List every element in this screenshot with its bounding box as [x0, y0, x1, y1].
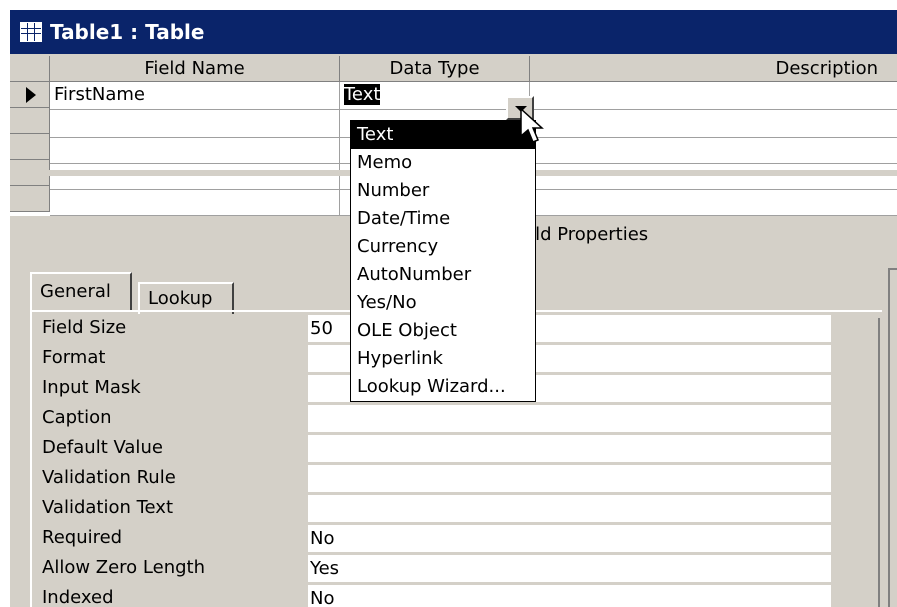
- description-cell[interactable]: [530, 136, 897, 164]
- prop-value-caption[interactable]: [308, 405, 831, 433]
- dropdown-option-date-time[interactable]: Date/Time: [351, 205, 535, 233]
- prop-value-required[interactable]: No: [308, 525, 831, 553]
- prop-label-indexed: Indexed: [42, 587, 114, 607]
- data-type-header: Data Type: [340, 56, 530, 82]
- prop-label-required: Required: [42, 527, 123, 548]
- current-row-icon: [26, 87, 36, 103]
- description-cell[interactable]: [530, 188, 897, 216]
- dropdown-option-memo[interactable]: Memo: [351, 149, 535, 177]
- description-header: Description: [530, 56, 897, 82]
- dropdown-option-hyperlink[interactable]: Hyperlink: [351, 345, 535, 373]
- field-properties-label: eld Properties: [524, 224, 649, 245]
- data-type-value: Text: [344, 84, 381, 105]
- mouse-pointer-icon: [520, 108, 544, 143]
- row-selector[interactable]: [10, 108, 50, 134]
- row-selector[interactable]: [10, 134, 50, 160]
- data-type-cell[interactable]: Text: [340, 82, 530, 110]
- row-selector[interactable]: [10, 186, 50, 212]
- panel-divider: [878, 318, 880, 607]
- row-selector[interactable]: [10, 82, 50, 108]
- tab-general[interactable]: General: [30, 272, 132, 312]
- prop-label-format: Format: [42, 347, 106, 368]
- prop-label-caption: Caption: [42, 407, 112, 428]
- prop-value-validation-text[interactable]: [308, 495, 831, 523]
- row-selector-header: [10, 56, 50, 82]
- dropdown-option-yes-no[interactable]: Yes/No: [351, 289, 535, 317]
- prop-label-validation-text: Validation Text: [42, 497, 174, 518]
- prop-value-allow-zero-length[interactable]: Yes: [308, 555, 831, 583]
- dropdown-option-text[interactable]: Text: [351, 121, 535, 149]
- dropdown-option-currency[interactable]: Currency: [351, 233, 535, 261]
- field-name-cell[interactable]: [50, 188, 340, 216]
- field-name-cell[interactable]: [50, 110, 340, 138]
- description-cell[interactable]: [530, 82, 897, 110]
- dropdown-option-autonumber[interactable]: AutoNumber: [351, 261, 535, 289]
- prop-label-allow-zero-length: Allow Zero Length: [42, 557, 206, 578]
- description-cell[interactable]: [530, 110, 897, 138]
- field-name-header: Field Name: [50, 56, 340, 82]
- prop-value-validation-rule[interactable]: [308, 465, 831, 493]
- prop-label-default-value: Default Value: [42, 437, 163, 458]
- prop-value-indexed[interactable]: No: [308, 585, 831, 607]
- title-bar[interactable]: Table1 : Table: [10, 10, 897, 54]
- prop-label-input-mask: Input Mask: [42, 377, 141, 398]
- prop-value-default-value[interactable]: [308, 435, 831, 463]
- prop-label-field-size: Field Size: [42, 317, 127, 338]
- window-title: Table1 : Table: [50, 20, 205, 44]
- table-icon: [20, 22, 42, 42]
- tab-general-label: General: [40, 281, 111, 302]
- dropdown-option-ole-object[interactable]: OLE Object: [351, 317, 535, 345]
- field-name-cell[interactable]: FirstName: [50, 82, 340, 110]
- table-design-window: Table1 : Table Field Name Data Type Desc…: [8, 8, 897, 607]
- field-name-cell[interactable]: [50, 136, 340, 164]
- help-panel: [888, 268, 897, 607]
- data-type-dropdown-list[interactable]: Text Memo Number Date/Time Currency Auto…: [350, 120, 536, 402]
- field-name-cell[interactable]: [50, 162, 340, 190]
- tab-lookup-label: Lookup: [148, 288, 213, 309]
- dropdown-option-lookup-wizard[interactable]: Lookup Wizard...: [351, 373, 535, 401]
- dropdown-option-number[interactable]: Number: [351, 177, 535, 205]
- prop-label-validation-rule: Validation Rule: [42, 467, 176, 488]
- description-cell[interactable]: [530, 162, 897, 190]
